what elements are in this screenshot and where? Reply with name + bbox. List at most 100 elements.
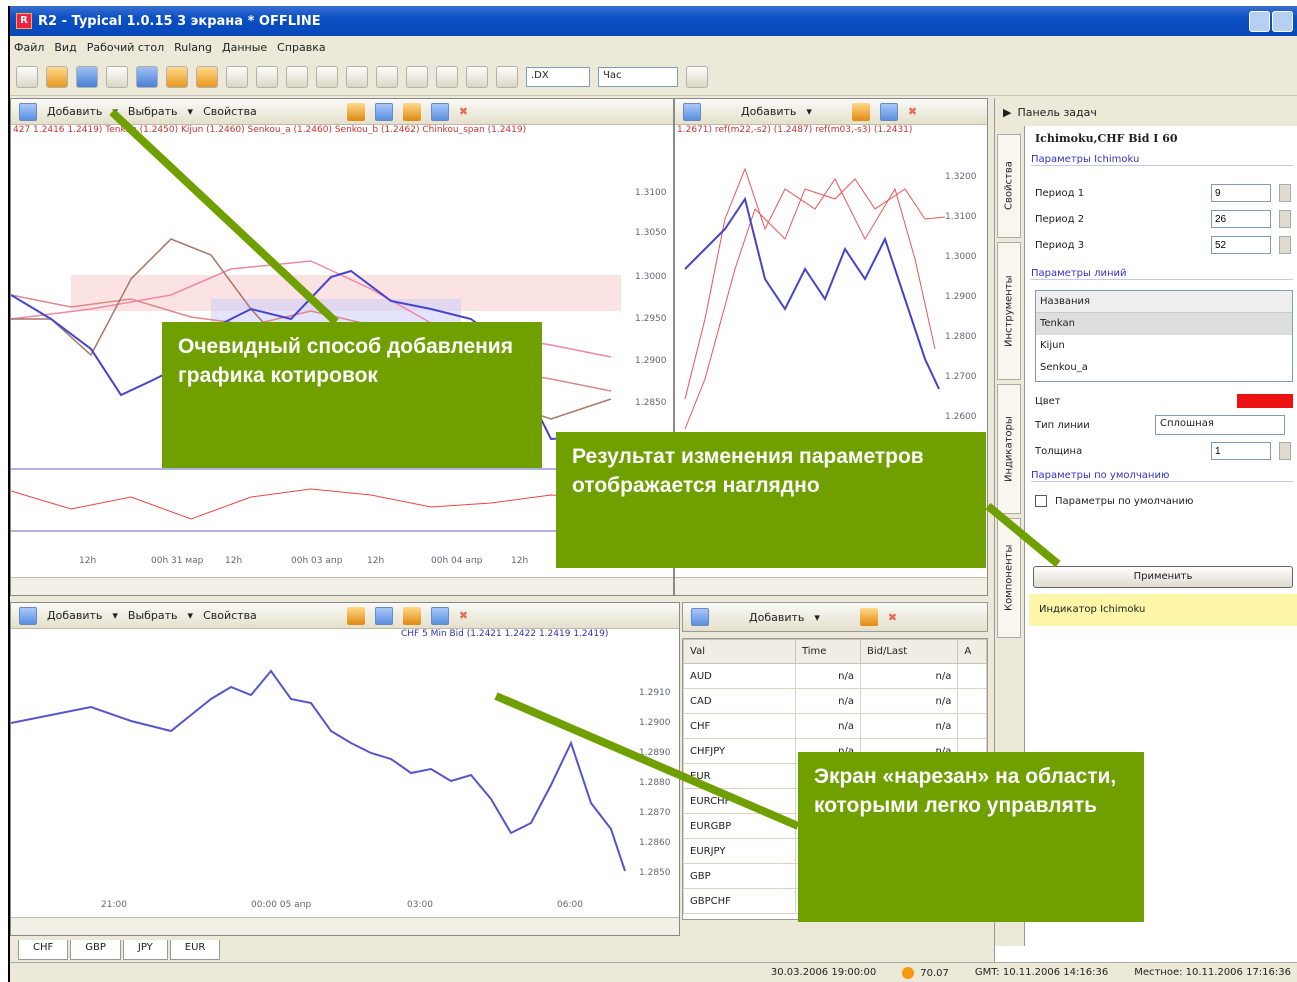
spinner-icon[interactable] <box>1279 442 1291 460</box>
menu-rulang[interactable]: Rulang <box>174 41 212 54</box>
tab-indicators[interactable]: Индикаторы <box>997 384 1021 514</box>
chart-bottom-left[interactable]: Добавить ▾ Выбрать ▾ Свойства ✖ CHF 5 Min … <box>10 602 680 936</box>
spinner-icon[interactable] <box>1279 210 1291 228</box>
channel-icon[interactable] <box>406 65 428 88</box>
timeframe-select[interactable]: Час <box>598 66 678 87</box>
svg-text:00h 04 апр: 00h 04 апр <box>431 556 483 566</box>
add-dropdown-icon[interactable]: ▾ <box>814 611 820 624</box>
expand-arrow-icon[interactable]: ▶ <box>1003 106 1011 119</box>
desktop-tabs: CHF GBP JPY EUR <box>18 940 221 960</box>
column-header-val[interactable]: Val <box>683 639 796 664</box>
watchlist-add-button[interactable]: Добавить <box>749 611 804 624</box>
group-defaults: Параметры по умолчанию <box>1031 470 1293 482</box>
horizontal-line-icon[interactable] <box>286 65 308 88</box>
watchlist-toolbar: Добавить ▾ ✖ <box>682 602 988 632</box>
fibonacci-icon[interactable] <box>376 65 398 88</box>
menu-help[interactable]: Справка <box>277 41 325 54</box>
list-item[interactable]: Tenkan <box>1036 313 1292 335</box>
tab-components[interactable]: Компоненты <box>997 518 1021 638</box>
tab-properties[interactable]: Свойства <box>997 134 1021 238</box>
svg-text:1.2890: 1.2890 <box>639 748 671 758</box>
period-2-input[interactable] <box>1211 210 1271 228</box>
grid-icon[interactable] <box>496 65 518 88</box>
tab-gbp[interactable]: GBP <box>70 940 121 960</box>
download-arrow-icon[interactable] <box>686 65 708 88</box>
group-line-params: Параметры линий <box>1031 268 1293 280</box>
indicator-ichimoku-item[interactable]: Индикатор Ichimoku <box>1029 594 1297 626</box>
pointer-icon[interactable] <box>226 65 248 88</box>
indicator-title: Ichimoku,CHF Bid I 60 <box>1035 132 1178 145</box>
spinner-icon[interactable] <box>1279 236 1291 254</box>
restore-button[interactable] <box>1272 11 1293 32</box>
callout-add-chart: Очевидный способ добавления графика коти… <box>162 322 542 468</box>
param-row: Период 1 <box>1035 182 1293 204</box>
tab-tools[interactable]: Инструменты <box>997 242 1021 380</box>
folder-icon[interactable] <box>859 608 878 626</box>
close-watchlist-icon[interactable]: ✖ <box>888 611 897 624</box>
tab-chf[interactable]: CHF <box>18 940 69 960</box>
print-icon[interactable] <box>106 65 128 88</box>
menu-bar: Файл Вид Рабочий стол Rulang Данные Спра… <box>10 36 1297 58</box>
param-row: Период 2 <box>1035 208 1293 230</box>
x-axis: 21:00 00:00 05 апр 03:00 06:00 <box>101 900 583 910</box>
horizontal-scrollbar[interactable] <box>11 917 679 935</box>
table-row[interactable]: CAD n/a n/a <box>683 688 987 714</box>
column-header-time[interactable]: Time <box>794 639 861 664</box>
bar-chart-icon[interactable] <box>466 65 488 88</box>
minimize-button[interactable] <box>1249 11 1270 32</box>
thickness-input[interactable] <box>1211 442 1271 460</box>
lines-list[interactable]: Названия Tenkan Kijun Senkou_a <box>1035 290 1293 382</box>
svg-text:1.2850: 1.2850 <box>639 868 671 878</box>
svg-text:00:00 05 апр: 00:00 05 апр <box>251 900 312 910</box>
text-tool-icon[interactable] <box>346 65 368 88</box>
vertical-line-icon[interactable] <box>256 65 278 88</box>
save-icon[interactable] <box>76 65 98 88</box>
main-toolbar: .DX Час <box>10 58 1297 96</box>
color-swatch[interactable] <box>1237 394 1293 408</box>
callout-params-result: Результат изменения параметров отображае… <box>556 432 986 568</box>
list-item[interactable]: Kijun <box>1036 335 1292 357</box>
svg-text:1.3000: 1.3000 <box>945 252 977 262</box>
help-icon[interactable] <box>136 65 158 88</box>
spinner-icon[interactable] <box>1279 184 1291 202</box>
new-file-icon[interactable] <box>16 65 38 88</box>
line-type-select[interactable]: Сплошная <box>1155 415 1285 435</box>
svg-text:1.3100: 1.3100 <box>635 188 667 198</box>
column-header-ask[interactable]: A <box>957 639 987 664</box>
y-axis: 1.3200 1.3100 1.3000 1.2900 1.2800 1.270… <box>945 172 977 422</box>
period-select[interactable]: .DX <box>526 66 590 87</box>
tab-jpy[interactable]: JPY <box>122 940 168 960</box>
apply-button[interactable]: Применить <box>1033 566 1293 588</box>
desktops-icon[interactable] <box>196 65 218 88</box>
period-1-input[interactable] <box>1211 184 1271 202</box>
menu-data[interactable]: Данные <box>222 41 267 54</box>
open-folder-icon[interactable] <box>46 65 68 88</box>
rectangle-tool-icon[interactable] <box>436 65 458 88</box>
table-row[interactable]: AUD n/a n/a <box>683 663 987 689</box>
window-controls <box>1249 11 1293 32</box>
svg-text:1.2900: 1.2900 <box>635 356 667 366</box>
layout-icon[interactable] <box>166 65 188 88</box>
callout-screen-split: Экран «нарезан» на области, которыми лег… <box>798 752 1144 922</box>
svg-text:1.2850: 1.2850 <box>635 398 667 408</box>
status-value: 70.07 <box>920 967 949 979</box>
horizontal-scrollbar[interactable] <box>675 577 987 595</box>
table-row[interactable]: CHF n/a n/a <box>683 713 987 739</box>
list-item[interactable]: Senkou_a <box>1036 357 1292 379</box>
watchlist-icon <box>691 608 709 626</box>
menu-view[interactable]: Вид <box>54 41 76 54</box>
svg-text:1.3050: 1.3050 <box>635 228 667 238</box>
default-params-checkbox[interactable] <box>1035 495 1047 507</box>
linetype-row: Тип линии Сплошная <box>1035 414 1293 436</box>
horizontal-scrollbar[interactable] <box>11 577 673 595</box>
menu-file[interactable]: Файл <box>14 41 44 54</box>
svg-text:1.2900: 1.2900 <box>945 292 977 302</box>
menu-desktop[interactable]: Рабочий стол <box>87 41 164 54</box>
svg-text:06:00: 06:00 <box>557 900 583 910</box>
tab-eur[interactable]: EUR <box>169 940 221 960</box>
svg-text:1.3000: 1.3000 <box>635 272 667 282</box>
column-header-bid-last[interactable]: Bid/Last <box>859 639 959 664</box>
y-axis: 1.3100 1.3050 1.3000 1.2950 1.2900 1.285… <box>635 188 667 408</box>
trend-line-icon[interactable] <box>316 65 338 88</box>
period-3-input[interactable] <box>1211 236 1271 254</box>
